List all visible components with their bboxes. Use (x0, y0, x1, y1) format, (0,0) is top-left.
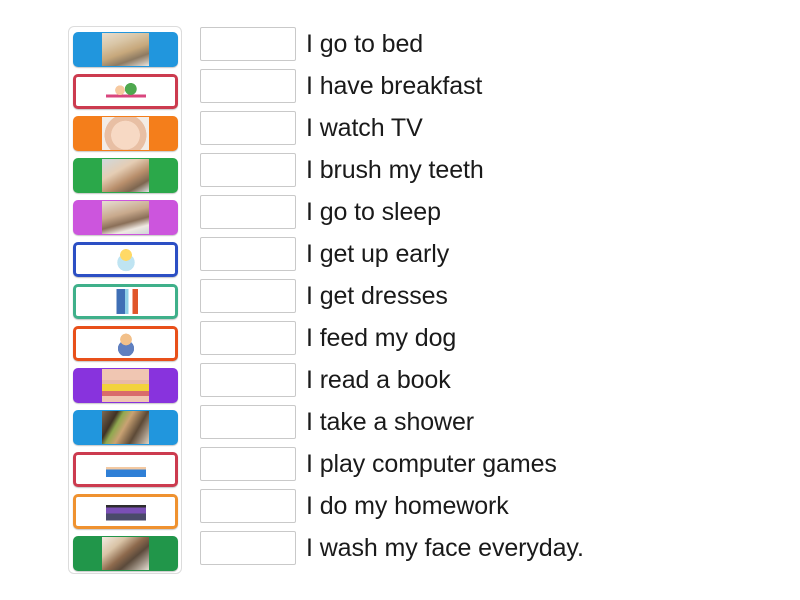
picture-tile[interactable] (73, 284, 178, 319)
answer-row: I wash my face everyday. (200, 530, 760, 565)
answer-row-label: I do my homework (306, 491, 509, 520)
tile-thumbnail-image (102, 537, 149, 570)
tile-thumbnail-image (102, 201, 149, 234)
answer-dropzone[interactable] (200, 404, 296, 439)
answer-row-label: I get up early (306, 239, 450, 268)
match-up-activity: I go to bed I have breakfast I watch TV I b… (0, 0, 800, 600)
tile-thumbnail-image (105, 457, 146, 482)
answer-dropzone[interactable] (200, 236, 296, 271)
picture-tile[interactable] (73, 32, 178, 67)
answer-row-label: I wash my face everyday. (306, 533, 584, 562)
picture-tile[interactable] (73, 158, 178, 193)
answer-row: I do my homework (200, 488, 760, 523)
tile-thumbnail-image (102, 369, 149, 402)
tile-thumbnail-image (105, 499, 146, 524)
answer-row: I watch TV (200, 110, 760, 145)
answer-row: I go to bed (200, 26, 760, 61)
answer-dropzone[interactable] (200, 110, 296, 145)
picture-tile[interactable] (73, 494, 178, 529)
answer-row-label: I take a shower (306, 407, 475, 436)
answer-dropzone[interactable] (200, 194, 296, 229)
answer-dropzone[interactable] (200, 152, 296, 187)
answer-row: I get dresses (200, 278, 760, 313)
answer-row-label: I play computer games (306, 449, 557, 478)
answer-row: I take a shower (200, 404, 760, 439)
answer-row-label: I go to sleep (306, 197, 441, 226)
answer-row-label: I brush my teeth (306, 155, 484, 184)
picture-tile[interactable] (73, 74, 178, 109)
tile-thumbnail-image (105, 79, 146, 104)
answer-row-label: I feed my dog (306, 323, 457, 352)
picture-tile[interactable] (73, 368, 178, 403)
tile-thumbnail-image (105, 331, 146, 356)
answer-row-label: I read a book (306, 365, 451, 394)
answer-dropzone[interactable] (200, 530, 296, 565)
answer-row: I have breakfast (200, 68, 760, 103)
answer-dropzone[interactable] (200, 446, 296, 481)
answer-row-label: I have breakfast (306, 71, 483, 100)
answer-dropzone[interactable] (200, 278, 296, 313)
answer-row: I brush my teeth (200, 152, 760, 187)
answer-dropzone[interactable] (200, 320, 296, 355)
tile-thumbnail-image (105, 289, 146, 314)
tile-thumbnail-image (105, 247, 146, 272)
answer-row-label: I go to bed (306, 29, 424, 58)
tile-panel (68, 26, 182, 574)
answer-dropzone[interactable] (200, 68, 296, 103)
answer-dropzone[interactable] (200, 26, 296, 61)
answer-row: I read a book (200, 362, 760, 397)
picture-tile[interactable] (73, 536, 178, 571)
answer-row: I feed my dog (200, 320, 760, 355)
tile-thumbnail-image (102, 159, 149, 192)
tile-thumbnail-image (102, 33, 149, 66)
picture-tile[interactable] (73, 200, 178, 235)
picture-tile[interactable] (73, 410, 178, 445)
answer-row: I play computer games (200, 446, 760, 481)
answer-dropzone[interactable] (200, 488, 296, 523)
picture-tile[interactable] (73, 452, 178, 487)
picture-tile[interactable] (73, 242, 178, 277)
picture-tile[interactable] (73, 326, 178, 361)
answer-row: I get up early (200, 236, 760, 271)
answer-rows: I go to bed I have breakfast I watch TV I b… (200, 26, 760, 565)
answer-row-label: I watch TV (306, 113, 423, 142)
answer-dropzone[interactable] (200, 362, 296, 397)
answer-row: I go to sleep (200, 194, 760, 229)
tile-thumbnail-image (102, 117, 149, 150)
tile-thumbnail-image (102, 411, 149, 444)
picture-tile[interactable] (73, 116, 178, 151)
answer-row-label: I get dresses (306, 281, 448, 310)
